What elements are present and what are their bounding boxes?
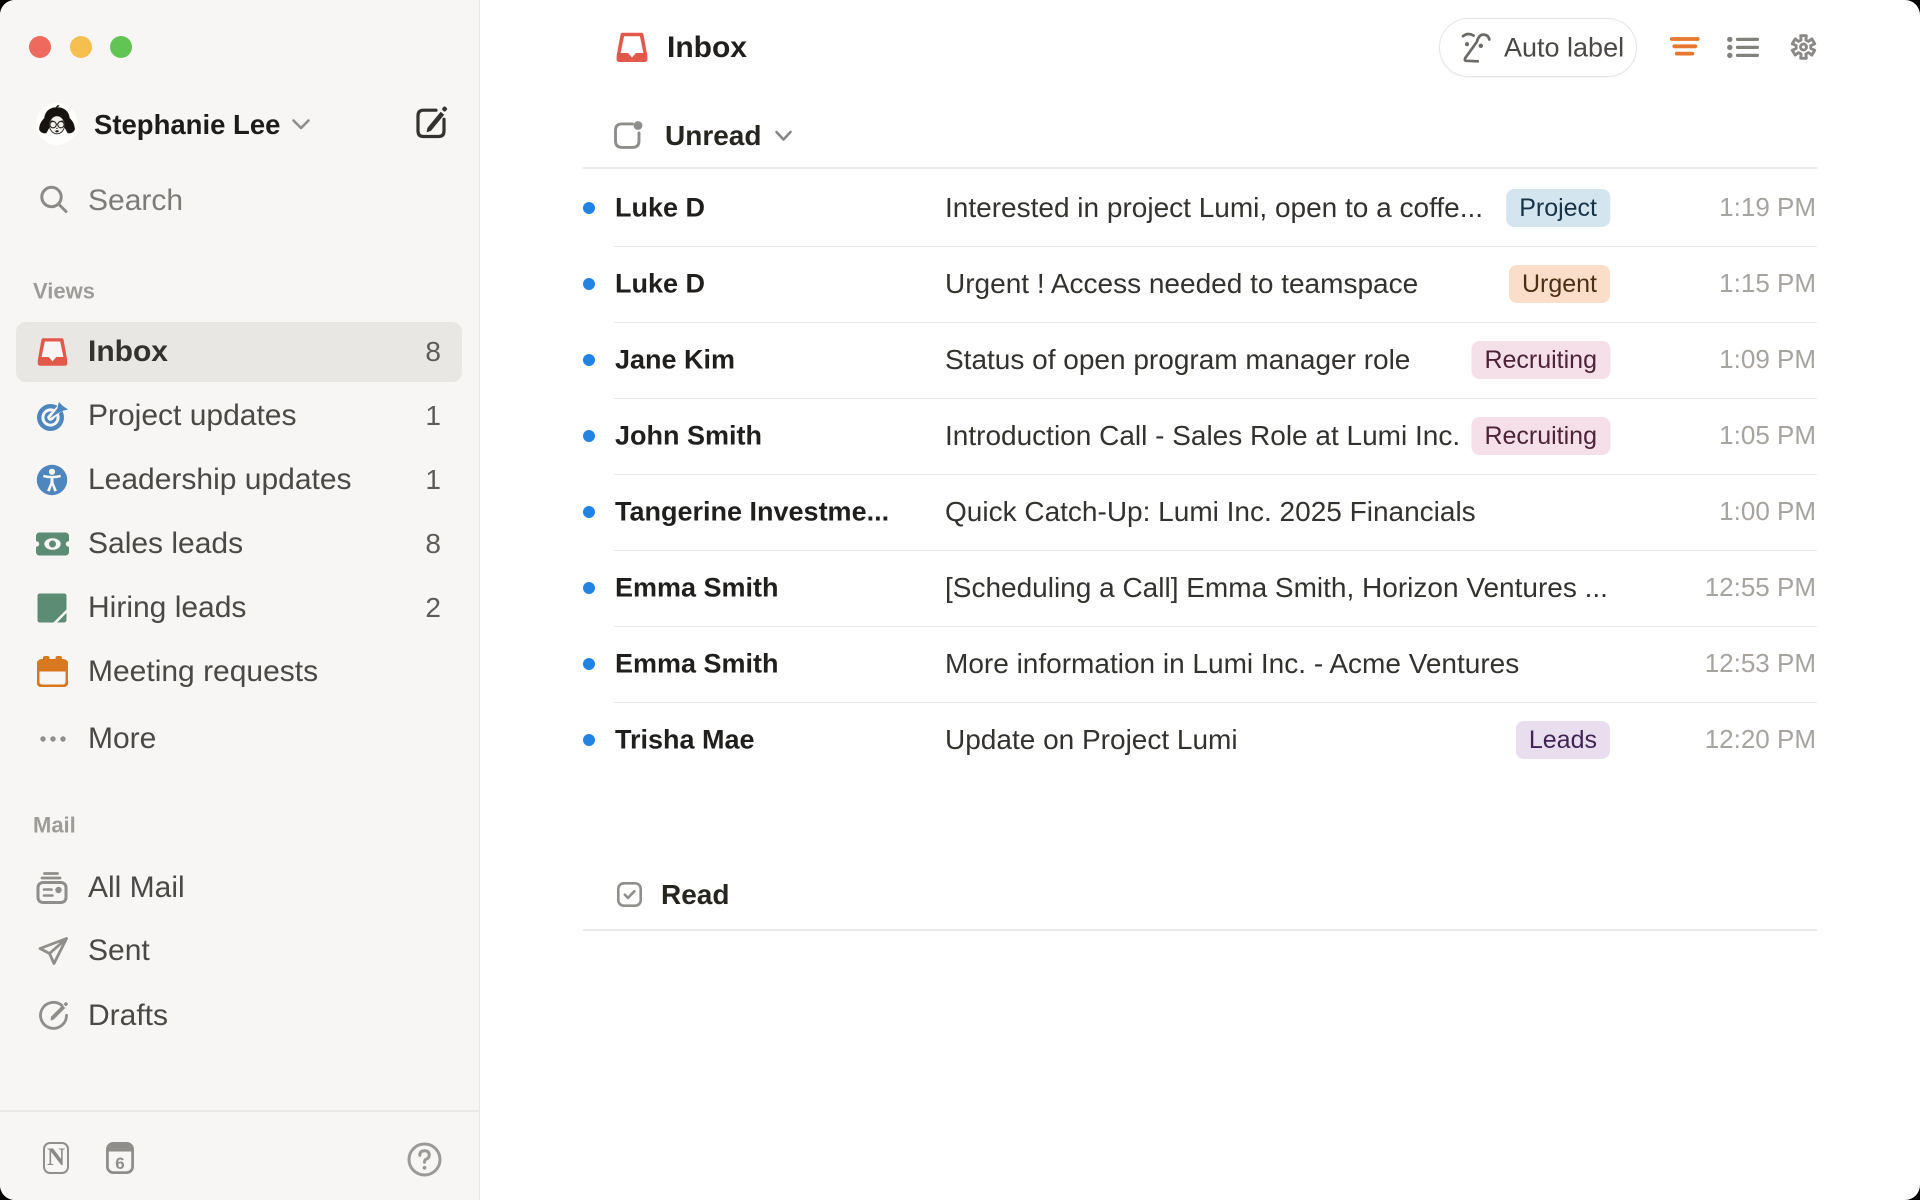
svg-text:6: 6 [115, 1154, 124, 1173]
